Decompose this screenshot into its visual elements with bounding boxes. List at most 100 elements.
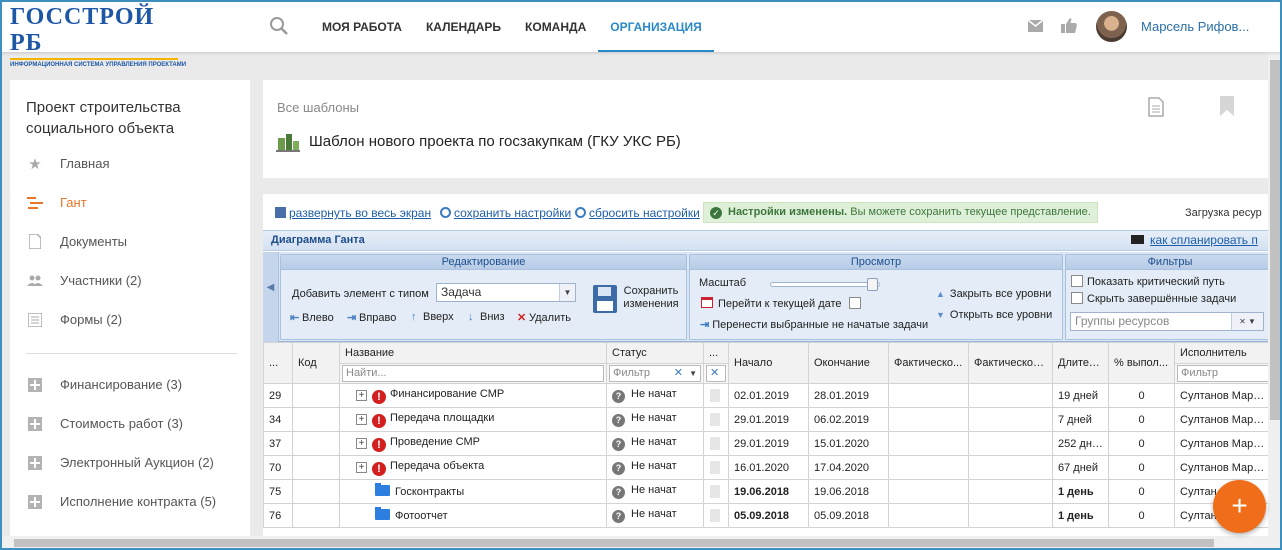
delete-button[interactable]: ✕ Удалить — [517, 311, 571, 324]
expand-all-button[interactable]: ▼ Открыть все уровни — [936, 309, 1052, 321]
table-row[interactable]: 37 +! Проведение СМР? Не начат 29.01.2019 15.… — [263, 431, 1268, 456]
move-down-button[interactable]: ↓ Вниз — [468, 311, 505, 323]
critical-path-checkbox[interactable]: Показать критический путь — [1071, 275, 1225, 288]
search-icon[interactable] — [269, 16, 289, 36]
col-header-executor[interactable]: Исполнитель — [1174, 342, 1268, 364]
col-header-duration[interactable]: Длител... — [1052, 342, 1109, 384]
sidebar-item-forms[interactable]: Формы (2) — [10, 300, 250, 339]
clear-and-dropdown-icon[interactable]: ✕ ▼ — [1231, 313, 1263, 330]
avatar[interactable] — [1096, 11, 1127, 42]
sidebar-item-work-cost[interactable]: Стоимость работ (3) — [10, 404, 250, 443]
expand-tree-icon[interactable]: + — [356, 437, 367, 449]
table-row[interactable]: 70 +! Передача объекта? Не начат 16.01.2020 1… — [263, 455, 1268, 480]
goto-today-checkbox[interactable] — [848, 297, 861, 309]
nav-my-work[interactable]: МОЯ РАБОТА — [310, 0, 414, 52]
col-header-status[interactable]: Статус — [606, 342, 704, 364]
col-header-code[interactable]: Код — [292, 342, 340, 384]
expand-tree-icon[interactable]: + — [356, 389, 367, 401]
reset-settings-link[interactable]: сбросить настройки — [575, 206, 700, 220]
element-type-select[interactable]: Задача ▼ — [436, 283, 576, 302]
table-row[interactable]: 34 +! Передача площадки? Не начат 29.01.2019… — [263, 407, 1268, 432]
scrollbar-thumb[interactable] — [1270, 60, 1280, 420]
cell-name[interactable]: +! Проведение СМР — [339, 431, 607, 456]
breadcrumb[interactable]: Все шаблоны — [277, 100, 359, 115]
move-tasks-button[interactable]: ⇥ Перенести выбранные не начатые задачи — [700, 318, 928, 331]
table-row[interactable]: 76 Фотоотчет? Не начат 05.09.2018 05.09.2018… — [263, 503, 1268, 528]
goto-today-button[interactable]: Перейти к текущей дате — [701, 297, 865, 310]
col-header-actual-end[interactable]: Фактическое... — [968, 342, 1053, 384]
collapse-all-button[interactable]: ▲ Закрыть все уровни — [936, 288, 1051, 300]
goto-today-label: Перейти к текущей дате — [718, 298, 842, 310]
gantt-header: Диаграмма Ганта как спланировать п — [263, 230, 1268, 251]
sidebar-item-label: Финансирование (3) — [60, 377, 183, 392]
col-header-end[interactable]: Окончание — [808, 342, 889, 384]
cell-actual-end — [968, 479, 1053, 504]
checkbox[interactable] — [1071, 292, 1083, 304]
thumbs-up-icon[interactable] — [1061, 18, 1077, 33]
executor-filter-input[interactable]: Фильтр — [1177, 365, 1268, 382]
fullscreen-link[interactable]: развернуть во весь экран — [275, 206, 431, 220]
cell-name[interactable]: +! Передача объекта — [339, 455, 607, 480]
save-changes-button[interactable]: Сохранить изменения — [593, 283, 693, 323]
clear-filter-icon[interactable]: ✕ — [674, 366, 683, 381]
status-filter-input[interactable]: Фильтр ✕ ▼ — [609, 365, 701, 382]
delete-label: Удалить — [529, 312, 571, 324]
clear-filter-icon[interactable]: ✕ — [710, 367, 719, 379]
fullscreen-label: развернуть во весь экран — [289, 206, 432, 220]
expand-tree-icon[interactable]: + — [356, 461, 367, 473]
move-right-button[interactable]: ⇥ Вправо — [347, 311, 396, 324]
save-settings-link[interactable]: сохранить настройки — [440, 206, 571, 220]
flag-icon — [710, 436, 720, 450]
name-search-input[interactable]: Найти... — [342, 365, 604, 382]
table-row[interactable]: 29 +! Финансирование СМР? Не начат 02.01.201… — [263, 383, 1268, 408]
sidebar-item-auction[interactable]: Электронный Аукцион (2) — [10, 443, 250, 482]
ribbon-group-title: Фильтры — [1066, 255, 1268, 270]
cell-name[interactable]: +! Передача площадки — [339, 407, 607, 432]
nav-calendar[interactable]: КАЛЕНДАРЬ — [414, 0, 513, 52]
table-row[interactable]: 75 Госконтракты? Не начат 19.06.2018 19.06.2… — [263, 479, 1268, 504]
cell-end: 28.01.2019 — [808, 383, 889, 408]
cell-name[interactable]: Госконтракты — [339, 479, 607, 504]
expand-tree-icon[interactable]: + — [356, 413, 367, 425]
cell-name[interactable]: Фотоотчет — [339, 503, 607, 528]
hide-done-checkbox[interactable]: Скрыть завершённые задачи — [1071, 292, 1236, 305]
add-fab-button[interactable]: + — [1213, 480, 1266, 533]
checkbox[interactable] — [1071, 275, 1083, 287]
nav-organization[interactable]: ОРГАНИЗАЦИЯ — [598, 0, 714, 52]
sidebar-item-financing[interactable]: Финансирование (3) — [10, 365, 250, 404]
sidebar-item-documents[interactable]: Документы — [10, 222, 250, 261]
horizontal-scrollbar[interactable] — [0, 536, 1282, 550]
col-header-name[interactable]: Название — [339, 342, 607, 364]
user-name[interactable]: Марсель Рифов... — [1141, 19, 1249, 34]
col-header-extra[interactable]: ... — [703, 342, 729, 364]
col-header-num[interactable]: ... — [263, 342, 293, 384]
cell-name[interactable]: +! Финансирование СМР — [339, 383, 607, 408]
cell-flag — [703, 455, 729, 480]
col-header-start[interactable]: Начало — [728, 342, 809, 384]
logo[interactable]: ГОССТРОЙ РБ ИНФОРМАЦИОННАЯ СИСТЕМА УПРАВ… — [10, 4, 186, 68]
chevron-down-icon[interactable]: ▼ — [689, 366, 697, 381]
sidebar-item-participants[interactable]: Участники (2) — [10, 261, 250, 300]
col-header-actual-start[interactable]: Фактическо... — [888, 342, 969, 384]
move-up-button[interactable]: ↑ Вверх — [411, 311, 454, 323]
mail-icon[interactable] — [1028, 20, 1043, 32]
scale-slider-knob[interactable] — [867, 278, 879, 291]
extra-filter-input[interactable]: ✕ — [706, 365, 726, 382]
sidebar-item-contract[interactable]: Исполнение контракта (5) — [10, 482, 250, 521]
status-text: Не начат — [631, 388, 677, 400]
sidebar-item-gantt[interactable]: Гант — [10, 183, 250, 222]
cell-code — [292, 383, 340, 408]
nav-team[interactable]: КОМАНДА — [513, 0, 598, 52]
sidebar-item-home[interactable]: ★ Главная — [10, 144, 250, 183]
howto-link[interactable]: как спланировать п — [1131, 233, 1258, 247]
bookmark-icon[interactable] — [1220, 96, 1234, 116]
vertical-scrollbar[interactable] — [1268, 52, 1282, 538]
document-icon[interactable] — [1148, 97, 1164, 117]
resource-load-label[interactable]: Загрузка ресур — [1185, 207, 1262, 219]
col-header-percent[interactable]: % выпол... — [1108, 342, 1175, 384]
ribbon-collapse-arrow-icon[interactable]: ◀ — [263, 252, 279, 342]
scrollbar-thumb[interactable] — [14, 539, 1214, 547]
move-left-button[interactable]: ⇤ Влево — [290, 311, 334, 324]
resource-groups-select[interactable]: Группы ресурсов ✕ ▼ — [1070, 312, 1264, 331]
scale-slider[interactable] — [770, 278, 880, 291]
